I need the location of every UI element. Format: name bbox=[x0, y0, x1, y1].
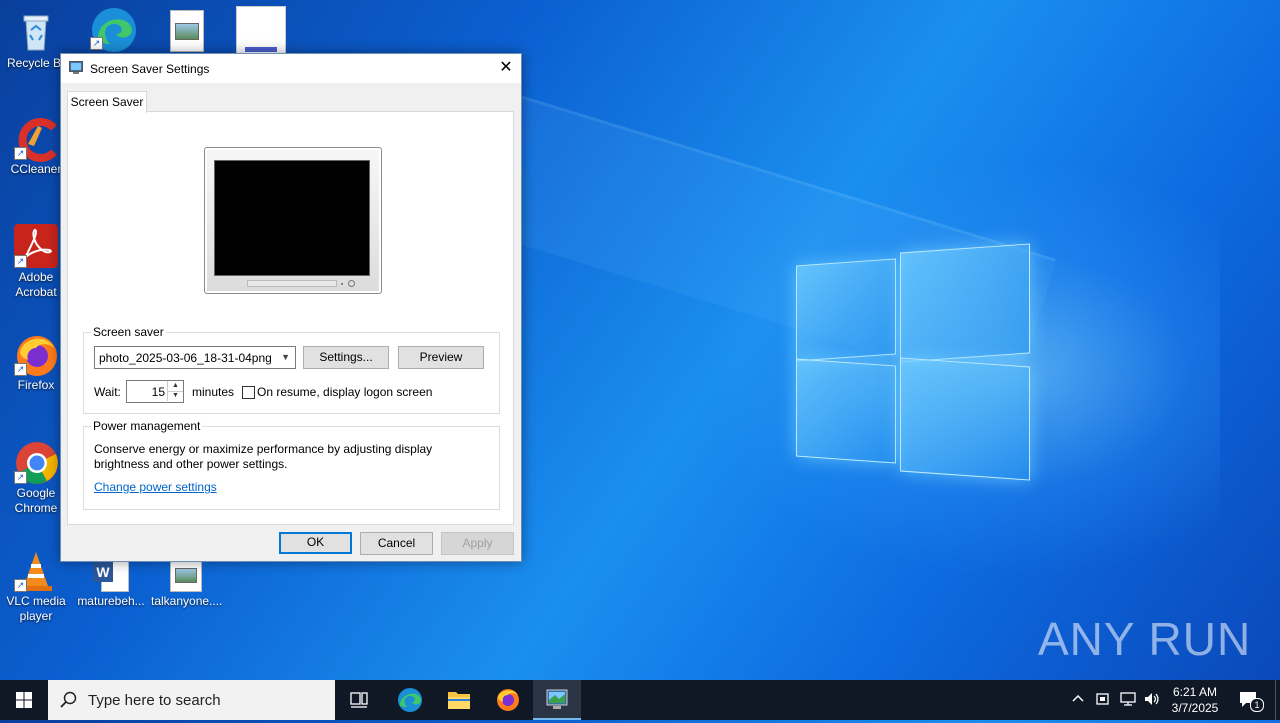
clock-time: 6:21 AM bbox=[1172, 685, 1218, 699]
tray-network-button[interactable] bbox=[1119, 691, 1137, 710]
desktop-icon-label: talkanyone.... bbox=[151, 594, 223, 608]
search-icon bbox=[60, 691, 77, 708]
screen-saver-selected-value: photo_2025-03-06_18-31-04png bbox=[99, 351, 272, 365]
monitor-power-icon bbox=[348, 280, 355, 287]
start-button[interactable] bbox=[0, 680, 48, 720]
taskbar: Type here to search 6:21 AM 3/7/2025 1 bbox=[0, 680, 1280, 720]
notification-count-badge: 1 bbox=[1250, 698, 1264, 712]
apply-button[interactable]: Apply bbox=[441, 532, 514, 555]
adobe-acrobat-icon: ↗ bbox=[14, 224, 58, 268]
chrome-icon: ↗ bbox=[14, 440, 58, 484]
logon-screen-checkbox[interactable] bbox=[242, 386, 255, 399]
chevron-up-icon bbox=[1072, 694, 1084, 702]
clock-date: 3/7/2025 bbox=[1171, 701, 1219, 715]
tray-volume-button[interactable] bbox=[1143, 691, 1161, 710]
windows-start-icon bbox=[16, 692, 32, 708]
desktop-icon-word-document[interactable]: W maturebeh... bbox=[76, 558, 146, 609]
preview-screen bbox=[214, 160, 370, 276]
task-view-button[interactable] bbox=[335, 680, 383, 720]
power-management-group: Power management Conserve energy or maxi… bbox=[83, 419, 500, 510]
monitor-preview bbox=[204, 147, 382, 294]
minutes-label: minutes bbox=[192, 385, 235, 399]
tray-clock[interactable]: 6:21 AM 3/7/2025 bbox=[1166, 684, 1224, 716]
volume-icon bbox=[1145, 693, 1159, 705]
taskbar-file-explorer-button[interactable] bbox=[435, 680, 483, 720]
power-management-legend: Power management bbox=[91, 419, 203, 433]
shortcut-arrow-icon: ↗ bbox=[90, 37, 103, 50]
screen-saver-settings-dialog: Screen Saver Settings ✕ Screen Saver Scr… bbox=[60, 53, 522, 562]
tab-page-screen-saver: Screen saver photo_2025-03-06_18-31-04pn… bbox=[67, 111, 514, 525]
logon-screen-label[interactable]: On resume, display logon screen bbox=[257, 385, 432, 399]
word-document-icon: W bbox=[93, 558, 129, 592]
monitor-indicator bbox=[341, 283, 343, 285]
cancel-button[interactable]: Cancel bbox=[360, 532, 433, 555]
edge-icon bbox=[398, 688, 422, 712]
screen-saver-select[interactable]: photo_2025-03-06_18-31-04png ▼ bbox=[94, 346, 296, 369]
image-file-icon bbox=[170, 558, 202, 592]
screen-saver-app-icon bbox=[546, 689, 568, 709]
screen-saver-group: Screen saver photo_2025-03-06_18-31-04pn… bbox=[83, 325, 500, 414]
shortcut-arrow-icon: ↗ bbox=[14, 255, 27, 268]
desktop-icon-image-file[interactable] bbox=[152, 10, 222, 54]
ok-button[interactable]: OK bbox=[279, 532, 352, 554]
show-desktop-button[interactable] bbox=[1275, 680, 1280, 720]
anyrun-watermark: ANY RUN bbox=[1038, 613, 1252, 665]
screen-saver-app-icon bbox=[69, 61, 83, 74]
taskbar-search-box[interactable]: Type here to search bbox=[48, 680, 335, 720]
desktop-icon-image-document[interactable]: talkanyone.... bbox=[151, 558, 223, 609]
taskbar-firefox-button[interactable] bbox=[484, 680, 532, 720]
shortcut-arrow-icon: ↗ bbox=[14, 471, 27, 484]
taskbar-edge-button[interactable] bbox=[386, 680, 434, 720]
wait-value: 15 bbox=[151, 385, 165, 399]
folder-icon bbox=[448, 692, 470, 709]
search-placeholder: Type here to search bbox=[88, 692, 221, 709]
wait-label: Wait: bbox=[94, 385, 121, 399]
edge-icon: ↗ bbox=[90, 6, 136, 52]
power-description: Conserve energy or maximize performance … bbox=[94, 442, 433, 471]
desktop-icon-label: Adobe Acrobat bbox=[15, 270, 57, 299]
device-icon bbox=[1096, 693, 1109, 705]
dialog-title: Screen Saver Settings bbox=[90, 62, 210, 76]
windows-logo-wallpaper bbox=[796, 242, 1030, 481]
desktop-icon-edge[interactable]: ↗ bbox=[77, 6, 147, 52]
desktop-icon-label: maturebeh... bbox=[77, 594, 145, 608]
shortcut-arrow-icon: ↗ bbox=[14, 147, 27, 160]
taskbar-screen-saver-button[interactable] bbox=[533, 680, 581, 720]
shortcut-arrow-icon: ↗ bbox=[14, 363, 27, 376]
tray-device-button[interactable] bbox=[1095, 691, 1111, 710]
preview-button[interactable]: Preview bbox=[398, 346, 484, 369]
shortcut-arrow-icon: ↗ bbox=[14, 579, 27, 592]
firefox-icon bbox=[497, 689, 519, 711]
recycle-bin-icon bbox=[14, 10, 58, 54]
wait-minutes-spinner[interactable]: 15 ▲ ▼ bbox=[126, 380, 184, 403]
firefox-icon: ↗ bbox=[14, 332, 58, 376]
dialog-titlebar[interactable]: Screen Saver Settings ✕ bbox=[61, 54, 521, 83]
desktop-icon-document-thumbnail[interactable] bbox=[226, 6, 296, 56]
close-button[interactable]: ✕ bbox=[491, 54, 521, 83]
settings-button[interactable]: Settings... bbox=[303, 346, 389, 369]
screen-saver-legend: Screen saver bbox=[91, 325, 166, 339]
close-icon: ✕ bbox=[499, 59, 513, 76]
desktop-icon-label: Google Chrome bbox=[14, 486, 58, 515]
document-thumbnail-icon bbox=[236, 6, 286, 54]
monitor-bezel-bar bbox=[247, 280, 337, 287]
spin-down-icon[interactable]: ▼ bbox=[167, 391, 183, 401]
action-center-button[interactable]: 1 bbox=[1238, 689, 1264, 712]
chevron-down-icon: ▼ bbox=[281, 352, 290, 362]
task-view-icon bbox=[350, 692, 368, 708]
vlc-cone-icon: ↗ bbox=[14, 548, 58, 592]
tab-screen-saver[interactable]: Screen Saver bbox=[67, 91, 147, 113]
desktop-icon-label: VLC media player bbox=[6, 594, 66, 623]
ccleaner-icon: ↗ bbox=[14, 116, 58, 162]
change-power-settings-link[interactable]: Change power settings bbox=[94, 480, 217, 494]
network-icon bbox=[1120, 692, 1136, 706]
show-hidden-icons-button[interactable] bbox=[1071, 691, 1085, 708]
image-file-icon bbox=[170, 10, 204, 52]
